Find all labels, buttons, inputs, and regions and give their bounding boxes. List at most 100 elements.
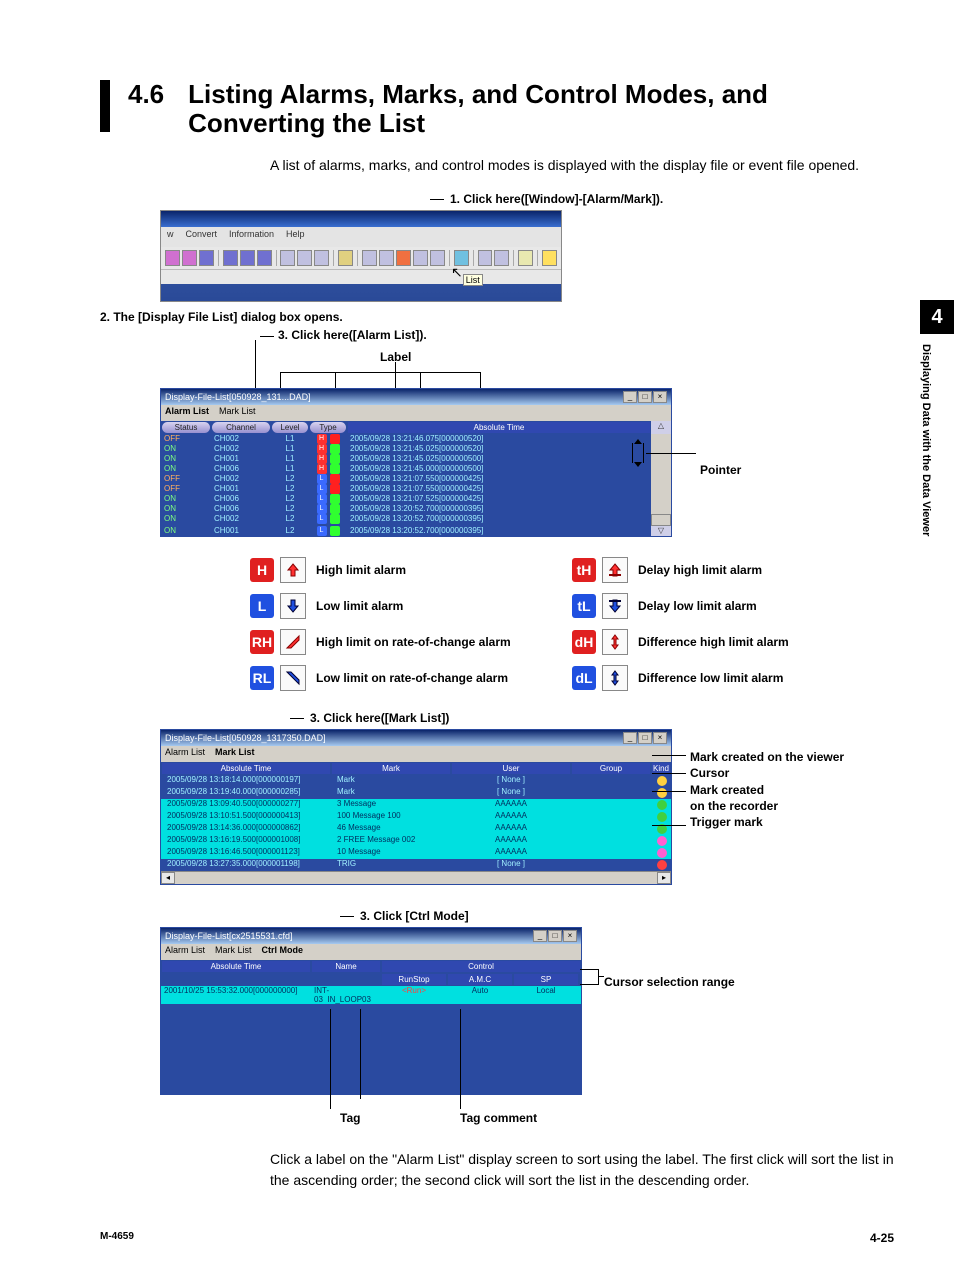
toolbar-icon[interactable] [396,250,411,266]
toolbar-icon[interactable] [223,250,238,266]
chip-dL: dL [572,666,596,690]
close-icon[interactable]: × [653,732,667,744]
col-status[interactable]: Status [162,422,210,433]
intro-text: A list of alarms, marks, and control mod… [270,155,894,176]
col-amc[interactable]: A.M.C [448,974,512,985]
menu-item[interactable]: Help [286,229,305,245]
chip-tH: tH [572,558,596,582]
col-channel[interactable]: Channel [212,422,270,433]
tab-alarm-list[interactable]: Alarm List [165,945,205,959]
col-level[interactable]: Level [272,422,308,433]
footer-doc-id: M-4659 [100,1231,134,1245]
table-row[interactable]: 2005/09/28 13:10:51.500[000000413]100 Me… [161,811,671,823]
section-number: 4.6 [128,80,164,109]
toolbar-icon[interactable] [199,250,214,266]
col-type[interactable]: Type [310,422,346,433]
arrow-up-delay-icon [602,557,628,583]
maximize-icon[interactable]: □ [548,930,562,942]
close-icon[interactable]: × [653,391,667,403]
col-mark[interactable]: Mark [332,763,450,774]
toolbar-icon[interactable] [280,250,295,266]
kind-icon [657,800,667,810]
table-row[interactable]: 2005/09/28 13:27:35.000[000001198]TRIG[ … [161,859,671,871]
maximize-icon[interactable]: □ [638,732,652,744]
chip-dH: dH [572,630,596,654]
annot-tag-comment: Tag comment [460,1111,537,1125]
table-row[interactable]: ONCH006L2L2005/09/28 13:21:07.525[000000… [161,494,671,504]
toolbar-icon[interactable] [314,250,329,266]
table-row[interactable]: OFFCH001L2L2005/09/28 13:21:07.550[00000… [161,484,671,494]
scroll-right-icon[interactable]: ▸ [657,872,671,884]
tab-mark-list[interactable]: Mark List [215,945,252,959]
pointer-callout: Pointer [700,463,741,477]
annot-cursor: Cursor [690,765,844,781]
toolbar-icon[interactable] [165,250,180,266]
tab-mark-list[interactable]: Mark List [215,747,255,761]
col-time[interactable]: Absolute Time [348,422,650,433]
section-bar [100,80,110,132]
table-row[interactable]: 2005/09/28 13:16:19.500[000001008]2 FREE… [161,835,671,847]
table-row[interactable]: OFFCH002L2L2005/09/28 13:21:07.550[00000… [161,474,671,484]
col-control[interactable]: Control [382,961,580,972]
minimize-icon[interactable]: _ [623,391,637,403]
tab-mark-list[interactable]: Mark List [219,406,256,420]
scroll-up-icon[interactable]: △ [651,421,671,434]
col-time[interactable]: Absolute Time [162,763,330,774]
arrow-down-icon [280,593,306,619]
table-row[interactable]: OFFCH002L1H2005/09/28 13:21:46.075[00000… [161,434,671,444]
rate-up-icon [280,629,306,655]
table-row[interactable]: ONCH002L1H2005/09/28 13:21:45.025[000000… [161,444,671,454]
table-row[interactable]: ONCH002L2L2005/09/28 13:20:52.700[000000… [161,514,671,526]
toolbar-icon[interactable] [338,250,353,266]
col-time[interactable]: Absolute Time [162,961,310,972]
menu-item[interactable]: Convert [186,229,218,245]
step3b-callout: 3. Click here([Mark List]) [310,711,449,725]
col-user[interactable]: User [452,763,570,774]
tab-alarm-list[interactable]: Alarm List [165,406,209,420]
toolbar-icon[interactable] [240,250,255,266]
toolbar-icon[interactable] [413,250,428,266]
minimize-icon[interactable]: _ [533,930,547,942]
step3c-callout: 3. Click [Ctrl Mode] [360,909,469,923]
table-row[interactable]: ONCH001L2L2005/09/28 13:20:52.700[000000… [161,526,671,536]
menu-item[interactable]: w [167,229,174,245]
table-row[interactable]: 2005/09/28 13:16:46.500[000001123]10 Mes… [161,847,671,859]
col-sp[interactable]: SP [514,974,578,985]
kind-icon [657,860,667,870]
tab-ctrl-mode[interactable]: Ctrl Mode [262,945,304,959]
toolbar-icon[interactable] [182,250,197,266]
table-row[interactable]: ONCH006L1H2005/09/28 13:21:45.000[000000… [161,464,671,474]
table-row[interactable]: ONCH006L2L2005/09/28 13:20:52.700[000000… [161,504,671,514]
mark-list-window: Display-File-List[050928_1317350.DAD] _ … [160,729,672,885]
annot-cursor-range: Cursor selection range [604,975,735,989]
col-name[interactable]: Name [312,961,380,972]
section-heading: 4.6 Listing Alarms, Marks, and Control M… [100,80,894,137]
scroll-left-icon[interactable]: ◂ [161,872,175,884]
minimize-icon[interactable]: _ [623,732,637,744]
brace-icon [580,969,599,985]
scroll-down-icon[interactable]: ▽ [651,526,671,536]
table-row[interactable]: 2005/09/28 13:09:40.500[000000277]3 Mess… [161,799,671,811]
toolbar-icon[interactable] [297,250,312,266]
toolbar-icon[interactable] [430,250,445,266]
table-row[interactable]: 2005/09/28 13:14:36.000[000000862]46 Mes… [161,823,671,835]
table-row[interactable]: 2005/09/28 13:19:40.000[000000285]Mark[ … [161,787,671,799]
toolbar-icon[interactable] [362,250,377,266]
arrow-up-icon [280,557,306,583]
section-title: Listing Alarms, Marks, and Control Modes… [188,80,894,137]
col-group[interactable]: Group [572,763,650,774]
table-row[interactable]: 2001/10/25 15:53:32.000[000000000] INT-0… [161,986,581,1004]
table-row[interactable]: 2005/09/28 13:18:14.000[000000197]Mark[ … [161,775,671,787]
chip-H: H [250,558,274,582]
table-row[interactable]: ONCH001L1H2005/09/28 13:21:45.025[000000… [161,454,671,464]
kind-icon [657,848,667,858]
menu-item[interactable]: Information [229,229,274,245]
horizontal-scrollbar[interactable]: ◂ ▸ [161,871,671,884]
col-runstop[interactable]: RunStop [382,974,446,985]
toolbar-icon[interactable] [257,250,272,266]
tab-alarm-list[interactable]: Alarm List [165,747,205,761]
window-title: Display-File-List[cx2515531.cfd] [165,931,293,941]
close-icon[interactable]: × [563,930,577,942]
maximize-icon[interactable]: □ [638,391,652,403]
toolbar-icon[interactable] [379,250,394,266]
